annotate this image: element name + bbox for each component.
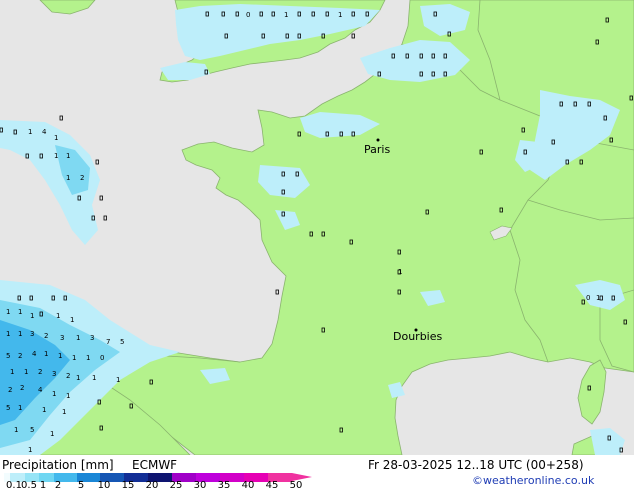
svg-text:5: 5 [120, 338, 124, 346]
legend-tick-label: 5 [77, 480, 85, 491]
legend-tick-label: 40 [241, 480, 255, 491]
svg-text:5: 5 [6, 404, 10, 412]
svg-text:1: 1 [42, 406, 46, 414]
svg-text:1: 1 [28, 446, 32, 454]
legend-tick-label: 2 [54, 480, 62, 491]
svg-text:1: 1 [70, 316, 74, 324]
svg-text:0: 0 [586, 294, 590, 302]
map-canvas: 011 1 41 1 11 21 1 111 113 231 375 524 111 … [0, 0, 634, 455]
svg-text:2: 2 [66, 372, 70, 380]
svg-text:1: 1 [50, 430, 54, 438]
legend-tick-label: 15 [121, 480, 135, 491]
city-label-dourbies: Dourbies [393, 330, 443, 343]
svg-text:1: 1 [44, 350, 48, 358]
svg-text:1: 1 [66, 174, 70, 182]
legend-tick-label: 10 [97, 480, 111, 491]
svg-text:3: 3 [90, 334, 94, 342]
svg-text:1: 1 [14, 426, 18, 434]
svg-text:1: 1 [30, 312, 34, 320]
svg-text:3: 3 [52, 370, 56, 378]
legend-tick-label: 35 [217, 480, 231, 491]
svg-text:5: 5 [30, 426, 34, 434]
svg-text:4: 4 [32, 350, 37, 358]
svg-text:1: 1 [596, 294, 600, 302]
svg-text:0: 0 [246, 11, 250, 19]
svg-text:1: 1 [10, 368, 14, 376]
svg-text:0: 0 [100, 354, 104, 362]
legend-tick-label: 45 [265, 480, 279, 491]
svg-text:1: 1 [18, 308, 22, 316]
footer-model: ECMWF [132, 458, 178, 472]
svg-text:1: 1 [116, 376, 120, 384]
svg-text:1: 1 [338, 11, 342, 19]
svg-text:3: 3 [60, 334, 64, 342]
svg-text:1: 1 [28, 128, 32, 136]
svg-text:1: 1 [54, 152, 58, 160]
svg-text:1: 1 [76, 374, 80, 382]
svg-text:1: 1 [18, 404, 22, 412]
svg-text:1: 1 [76, 334, 80, 342]
svg-text:4: 4 [38, 386, 43, 394]
svg-text:1: 1 [92, 374, 96, 382]
svg-text:1: 1 [62, 408, 66, 416]
svg-text:1: 1 [24, 368, 28, 376]
legend-tick-label: 0.1 [6, 480, 22, 491]
legend-tick-label: 1 [39, 480, 47, 491]
svg-text:2: 2 [20, 384, 24, 392]
svg-text:2: 2 [8, 386, 12, 394]
svg-text:2: 2 [80, 174, 84, 182]
svg-text:1: 1 [66, 392, 70, 400]
svg-text:4: 4 [42, 128, 47, 136]
svg-text:1: 1 [66, 152, 70, 160]
svg-text:1: 1 [284, 11, 288, 19]
svg-text:2: 2 [18, 352, 22, 360]
svg-text:1: 1 [56, 312, 60, 320]
legend-tick-label: 25 [169, 480, 183, 491]
svg-text:7: 7 [106, 338, 110, 346]
footer-title: Precipitation [mm] [2, 458, 114, 472]
svg-text:2: 2 [44, 332, 48, 340]
legend-tick-label: 20 [145, 480, 159, 491]
svg-text:3: 3 [30, 330, 34, 338]
svg-text:1: 1 [54, 134, 58, 142]
svg-text:1: 1 [18, 330, 22, 338]
city-label-paris: Paris [364, 143, 391, 156]
precipitation-map[interactable]: 011 141 111 211 111 113 231 375 524 111 … [0, 0, 634, 455]
legend-tick-label: 0.5 [21, 480, 37, 491]
legend-tick-label: 30 [193, 480, 207, 491]
svg-text:1: 1 [52, 390, 56, 398]
svg-text:1: 1 [58, 352, 62, 360]
paris-marker [376, 138, 380, 142]
legend-tick-label: 50 [289, 480, 303, 491]
svg-text:1: 1 [6, 330, 10, 338]
svg-text:1: 1 [398, 268, 402, 276]
svg-text:1: 1 [72, 354, 76, 362]
svg-text:1: 1 [86, 354, 90, 362]
credit-link[interactable]: ©weatheronline.co.uk [472, 474, 594, 487]
svg-text:1: 1 [6, 308, 10, 316]
svg-text:2: 2 [38, 368, 42, 376]
footer-datetime: Fr 28-03-2025 12..18 UTC (00+258) [368, 458, 584, 472]
svg-text:5: 5 [6, 352, 10, 360]
